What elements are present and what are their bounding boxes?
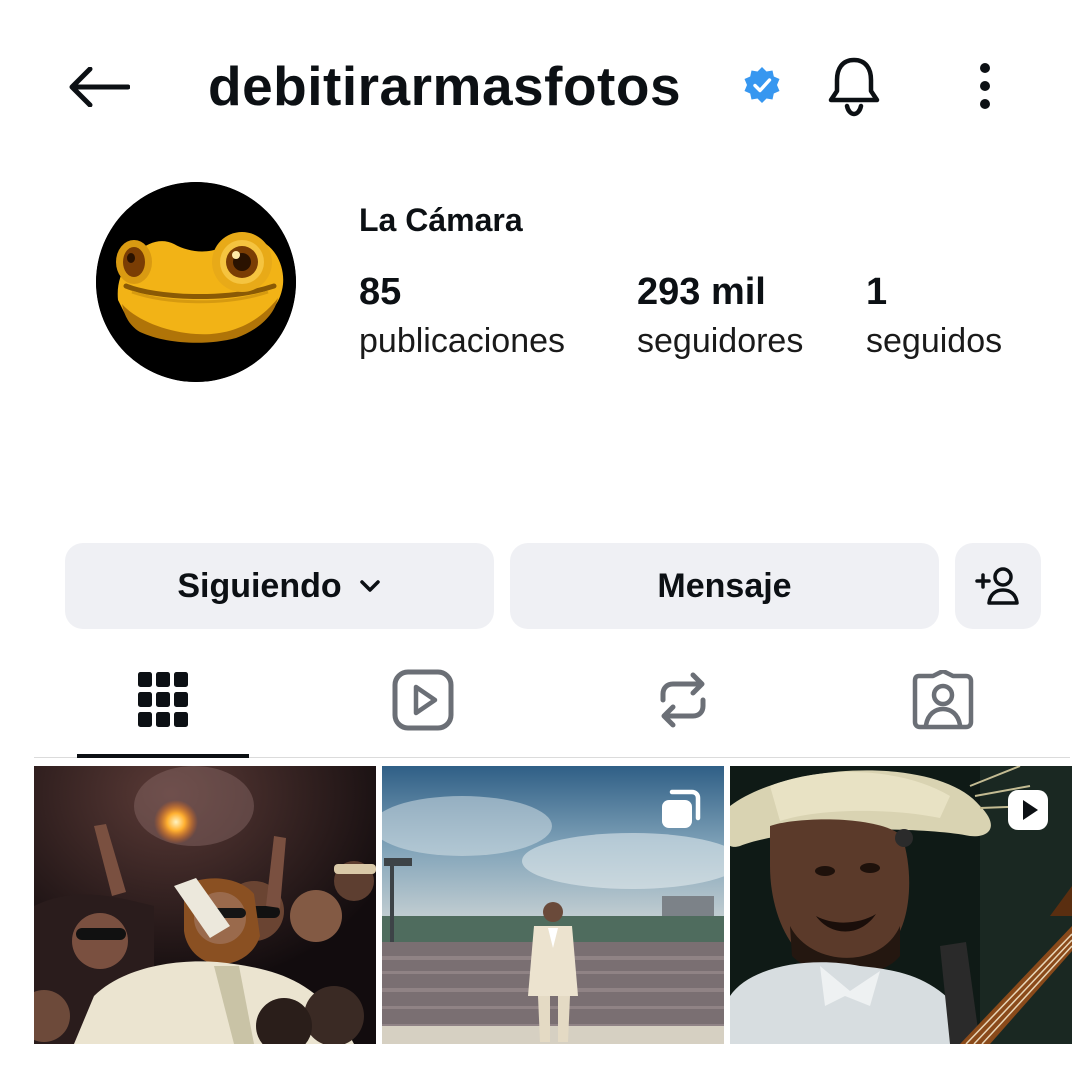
notifications-bell-button[interactable] xyxy=(822,52,886,120)
stat-value: 1 xyxy=(866,271,888,313)
add-person-icon xyxy=(975,567,1019,605)
grid-post-1[interactable] xyxy=(34,766,376,1044)
reels-icon xyxy=(392,669,454,731)
grid-post-3[interactable] xyxy=(730,766,1072,1044)
frog-avatar xyxy=(96,182,296,382)
display-name: La Cámara xyxy=(359,202,523,238)
add-user-button[interactable] xyxy=(955,543,1041,629)
stat-value: 85 xyxy=(359,271,402,313)
chevron-down-icon xyxy=(359,580,380,592)
tab-tagged[interactable] xyxy=(853,655,1033,745)
tab-reels[interactable] xyxy=(333,655,513,745)
following-button[interactable]: Siguiendo xyxy=(65,543,494,629)
reel-play-icon xyxy=(1008,790,1048,830)
tab-reposts[interactable] xyxy=(593,655,773,745)
following-button-label: Siguiendo xyxy=(177,566,342,605)
stat-value: 293 mil xyxy=(637,271,766,313)
posts-count-stat[interactable]: 85 publicaciones xyxy=(359,270,565,363)
stat-label: seguidos xyxy=(866,322,1003,360)
stat-label: seguidores xyxy=(637,322,804,360)
tagged-icon xyxy=(912,670,974,730)
arrow-left-icon xyxy=(69,67,130,107)
grid-icon xyxy=(138,672,188,727)
grid-post-2[interactable] xyxy=(382,766,724,1044)
reposts-icon xyxy=(660,672,706,728)
tab-posts-grid[interactable] xyxy=(73,655,253,745)
message-button[interactable]: Mensaje xyxy=(510,543,939,629)
stat-label: publicaciones xyxy=(359,322,566,360)
profile-username: debitirarmasfotos xyxy=(208,55,682,117)
message-button-label: Mensaje xyxy=(657,566,792,605)
carousel-icon xyxy=(662,789,701,828)
active-tab-indicator xyxy=(77,754,249,758)
verified-badge-icon xyxy=(744,67,780,103)
back-button[interactable] xyxy=(62,55,134,119)
more-options-button[interactable] xyxy=(960,52,1010,120)
avatar[interactable] xyxy=(96,182,296,382)
followers-count-stat[interactable]: 293 mil seguidores xyxy=(637,270,803,363)
following-count-stat[interactable]: 1 seguidos xyxy=(866,270,1002,363)
more-vertical-icon xyxy=(980,63,990,109)
bell-icon xyxy=(828,57,880,117)
post-thumbnail-concert-crowd xyxy=(34,766,376,1044)
